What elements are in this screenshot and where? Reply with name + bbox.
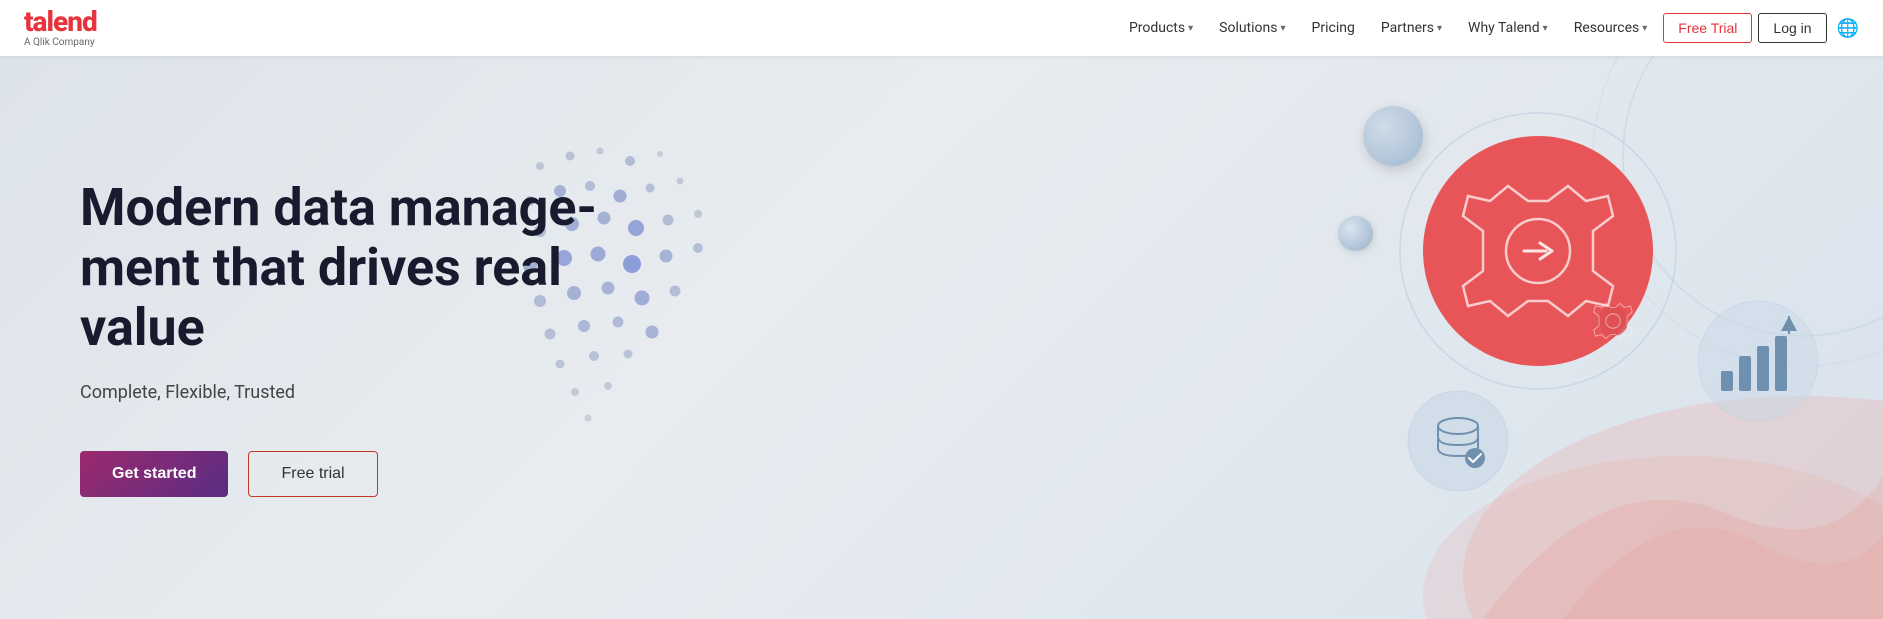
chevron-down-icon: ▾ — [1281, 23, 1286, 34]
hero-section: Modern data manage-ment that drives real… — [0, 56, 1883, 619]
logo-name: talend — [24, 8, 97, 36]
globe-icon[interactable]: 🌐 — [1837, 18, 1859, 39]
hero-title: Modern data manage-ment that drives real… — [80, 178, 640, 357]
hero-subtitle: Complete, Flexible, Trusted — [80, 382, 640, 403]
navbar: talend A Qlik Company Products ▾ Solutio… — [0, 0, 1883, 56]
nav-links: Products ▾ Solutions ▾ Pricing Partners … — [1119, 14, 1657, 42]
chevron-down-icon: ▾ — [1188, 23, 1193, 34]
free-trial-button[interactable]: Free trial — [248, 451, 377, 497]
chevron-down-icon: ▾ — [1543, 23, 1548, 34]
hero-content: Modern data manage-ment that drives real… — [80, 178, 640, 496]
get-started-button[interactable]: Get started — [80, 451, 228, 497]
nav-item-products[interactable]: Products ▾ — [1119, 14, 1203, 42]
nav-item-partners[interactable]: Partners ▾ — [1371, 14, 1452, 42]
nav-item-why-talend[interactable]: Why Talend ▾ — [1458, 14, 1558, 42]
chevron-down-icon: ▾ — [1642, 23, 1647, 34]
nav-login-button[interactable]: Log in — [1758, 13, 1826, 43]
chart-circle — [1693, 296, 1823, 426]
nav-free-trial-button[interactable]: Free Trial — [1663, 13, 1752, 43]
nav-item-pricing[interactable]: Pricing — [1302, 14, 1365, 42]
nav-item-solutions[interactable]: Solutions ▾ — [1209, 14, 1295, 42]
floating-sphere-2 — [1338, 216, 1373, 251]
database-circle — [1403, 386, 1513, 496]
logo-subtitle: A Qlik Company — [24, 37, 97, 48]
nav-item-resources[interactable]: Resources ▾ — [1564, 14, 1658, 42]
chevron-down-icon: ▾ — [1437, 23, 1442, 34]
logo[interactable]: talend A Qlik Company — [24, 8, 97, 48]
main-gear-illustration — [1393, 106, 1683, 396]
hero-buttons: Get started Free trial — [80, 451, 640, 497]
